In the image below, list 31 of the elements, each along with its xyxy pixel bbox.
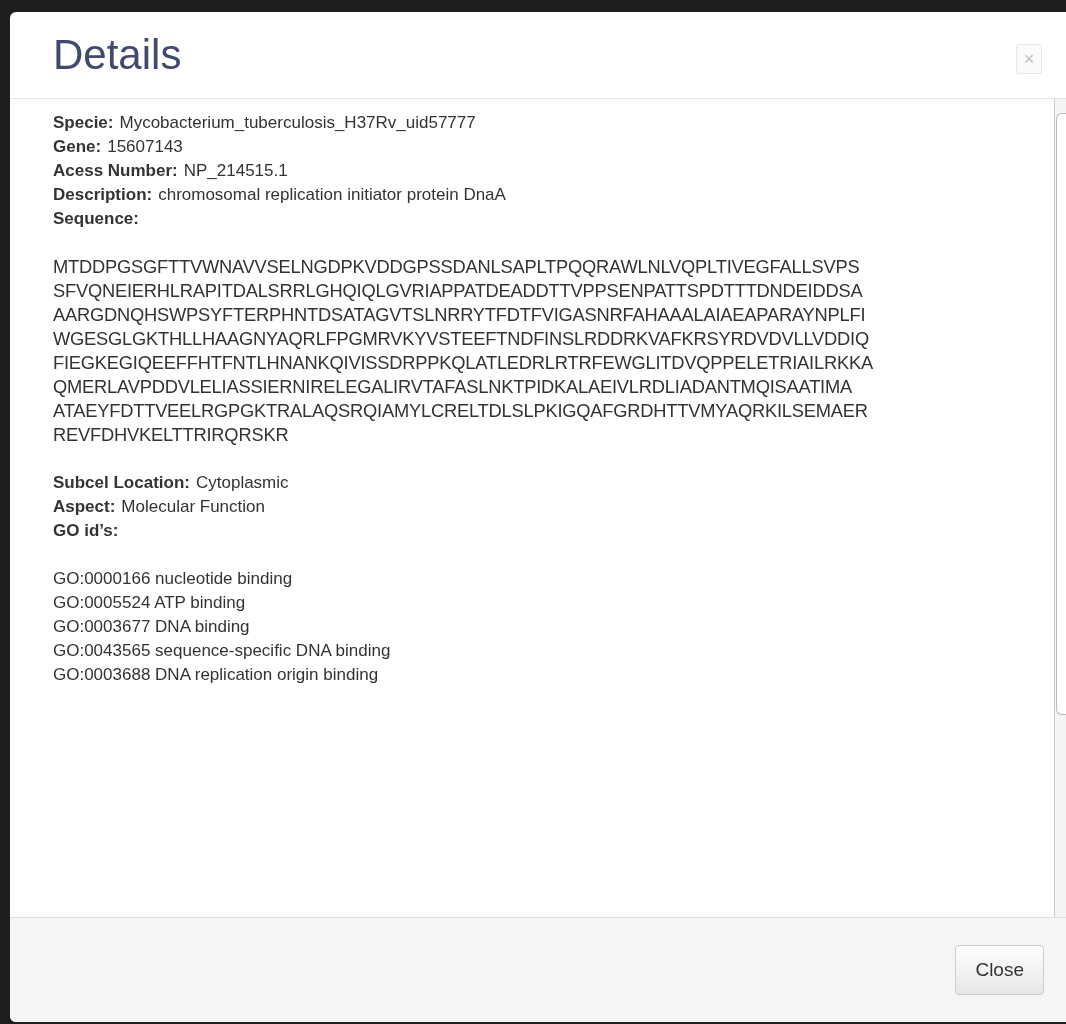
sequence-line: QMERLAVPDDVLELIASSIERNIRELEGALIRVTAFASLNKTPIDKALAEIVLRDLIADANTMQISAATIMA [53,375,853,399]
go-term: GO:0005524 ATP binding [53,592,247,614]
close-button[interactable]: Close [955,945,1044,995]
field-value: 15607143 [107,137,183,156]
go-term: GO:0000166 nucleotide binding [53,568,294,590]
dialog-title: Details [53,31,182,79]
field-label: Gene: [53,137,102,156]
field-value: Mycobacterium_tuberculosis_H37Rv_uid57777 [119,113,476,132]
go-term: GO:0043565 sequence-specific DNA binding [53,640,392,662]
field-label: GO id’s: [53,521,119,540]
field-label: Specie: [53,113,114,132]
sequence-line: FIEGKEGIQEEFFHTFNTLHNANKQIVISSDRPPKQLATLEDRLRTRFEWGLITDVQPPELETRIAILRKKA [53,351,874,375]
field-label: Sequence: [53,209,139,228]
scrollbar-thumb[interactable] [1056,113,1066,715]
sequence-line: REVFDHVKELTTRIRQRSKR [53,423,290,447]
sequence-line: ATAEYFDTTVEELRGPGKTRALAQSRQIAMYLCRELTDLSLPKIGQAFGRDHTTVMYAQRKILSEMAER [53,399,869,423]
sequence-line: WGESGLGKTHLLHAAGNYAQRLFPGMRVKYVSTEEFTNDFINSLRDDRKVAFKRSYRDVDVLLVDDIQ [53,327,870,351]
field-label: Subcel Location: [53,473,190,492]
field-label: Aspect: [53,497,116,516]
field-value: Cytoplasmic [195,473,289,492]
sequence-line: SFVQNEIERHLRAPITDALSRRLGHQIQLGVRIAPPATDEADDTTVPPSENPATTSPDTTTDNDEIDDSA [53,279,864,303]
scrollbar[interactable] [1054,99,1066,917]
go-term: GO:0003677 DNA binding [53,616,251,638]
sequence-line: MTDDPGSGFTTVWNAVVSELNGDPKVDDGPSSDANLSAPLTPQQRAWLNLVQPLTIVEGFALLSVPS [53,255,861,279]
go-term: GO:0003688 DNA replication origin binding [53,664,380,686]
field-label: Description: [53,185,153,204]
field-value: chromosomal replication initiator protein DnaA [158,185,506,204]
field-value: Molecular Function [121,497,265,516]
field-value: NP_214515.1 [183,161,288,180]
sequence-line: AARGDNQHSWPSYFTERPHNTDSATAGVTSLNRRYTFDTFVIGASNRFAHAAALAIAEAPARAYNPLFI [53,303,867,327]
field-label: Acess Number: [53,161,178,180]
